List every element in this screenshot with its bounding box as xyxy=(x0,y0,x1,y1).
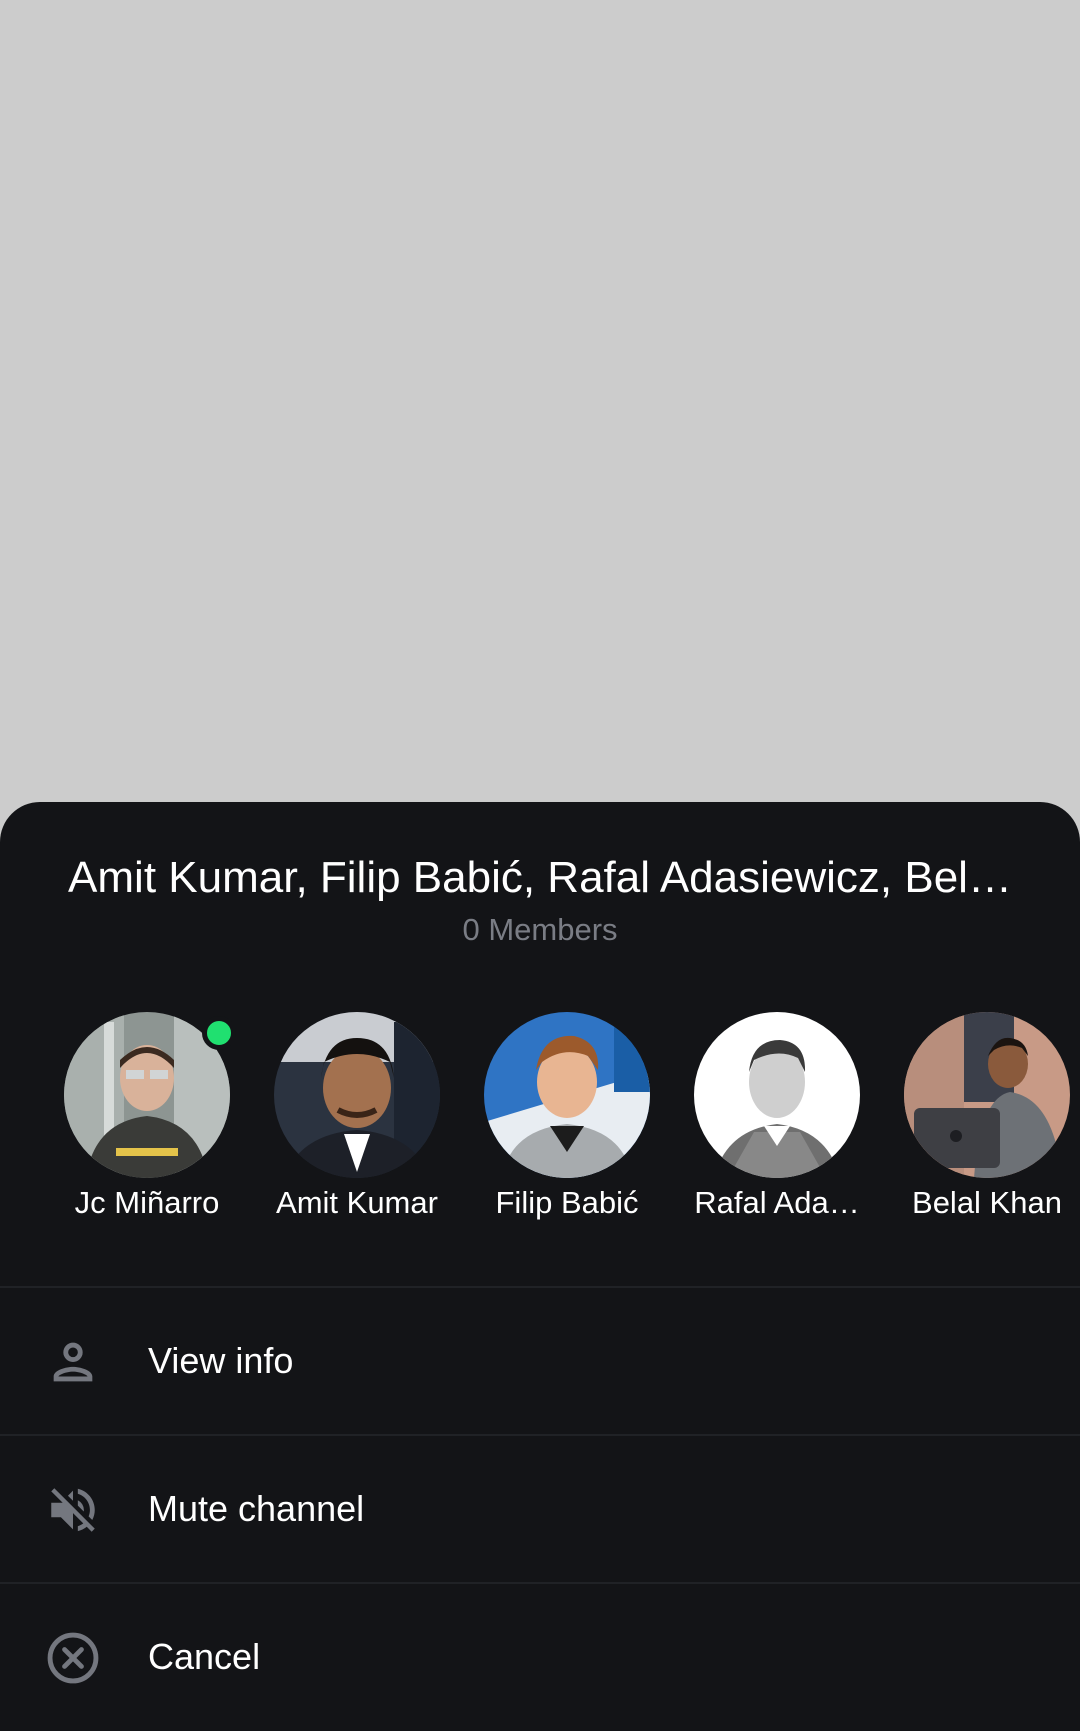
mute-channel-label: Mute channel xyxy=(148,1488,365,1529)
member-item[interactable]: Amit Kumar xyxy=(252,1012,462,1242)
view-info-label: View info xyxy=(148,1340,294,1381)
person-icon xyxy=(53,1342,93,1382)
avatar xyxy=(904,1012,1070,1178)
mute-channel-button[interactable]: Mute channel xyxy=(0,1436,1080,1582)
member-name: Filip Babić xyxy=(495,1185,639,1220)
avatar xyxy=(484,1012,650,1178)
cancel-label: Cancel xyxy=(148,1636,261,1677)
dimmed-background[interactable] xyxy=(0,0,1080,802)
member-item[interactable]: Jc Miñarro xyxy=(42,1012,252,1242)
avatar xyxy=(694,1012,860,1178)
online-indicator xyxy=(202,1016,236,1050)
member-name: Belal Khan xyxy=(912,1185,1062,1220)
member-count: 0 Members xyxy=(462,912,618,947)
member-item[interactable]: Rafal Ada… xyxy=(672,1012,882,1242)
member-name: Jc Miñarro xyxy=(74,1185,220,1220)
members-row: Jc Miñarro Amit Kumar Filip Babić Rafal … xyxy=(0,1012,1080,1242)
avatar xyxy=(274,1012,440,1178)
member-name: Rafal Ada… xyxy=(694,1185,860,1220)
member-item[interactable]: Filip Babić xyxy=(462,1012,672,1242)
cancel-circle-icon xyxy=(47,1632,99,1684)
cancel-button[interactable]: Cancel xyxy=(0,1584,1080,1730)
member-item[interactable]: Belal Khan xyxy=(882,1012,1080,1242)
view-info-button[interactable]: View info xyxy=(0,1288,1080,1434)
screen: Amit Kumar, Filip Babić, Rafal Adasiewic… xyxy=(0,0,1080,1731)
channel-title: Amit Kumar, Filip Babić, Rafal Adasiewic… xyxy=(68,853,1012,902)
channel-actions-sheet: Amit Kumar, Filip Babić, Rafal Adasiewic… xyxy=(0,802,1080,1731)
volume-off-icon xyxy=(51,1488,95,1532)
member-name: Amit Kumar xyxy=(276,1185,438,1220)
